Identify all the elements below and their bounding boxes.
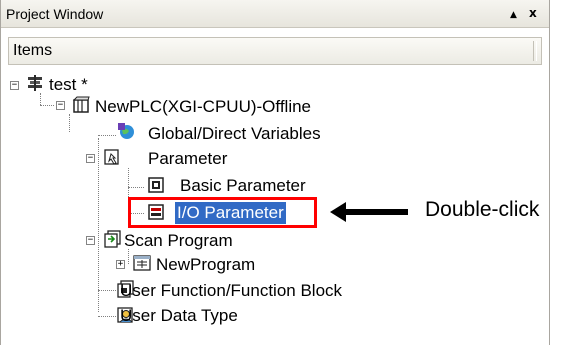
basic-parameter-icon [148,177,164,193]
expand-collapse-toggle[interactable]: − [56,101,65,110]
tree-connector [40,105,54,106]
project-icon [28,75,42,91]
tree-item-parameter[interactable]: Parameter [148,148,227,170]
tree-item-project-root[interactable]: test * [49,74,88,96]
tree-item-user-function[interactable]: User Function/Function Block [120,280,342,302]
tree-item-scan-program[interactable]: Scan Program [124,230,233,252]
left-arrow-icon [330,202,408,222]
tree-connector [40,93,41,105]
expand-collapse-toggle[interactable]: − [86,236,95,245]
expand-collapse-toggle[interactable]: − [86,154,95,163]
tree-connector [98,290,116,291]
tree-item-plc[interactable]: NewPLC(XGI-CPUU)-Offline [95,96,311,118]
tree-connector [98,138,99,312]
tree-item-basic-parameter[interactable]: Basic Parameter [180,175,306,197]
tree-connector [98,316,116,317]
expand-collapse-toggle[interactable]: − [10,81,19,90]
tree-item-user-data-type[interactable]: User Data Type [120,305,238,327]
project-tree: − test * − NewPLC(XGI-CPUU)-Offline Glob… [1,0,551,345]
double-click-callout: Double-click [425,198,540,221]
tree-connector [128,187,144,188]
highlight-box [128,197,317,228]
global-variables-icon [118,123,134,139]
project-window: Project Window ▲ x Items − test * − NewP… [0,0,550,345]
tree-item-new-program[interactable]: NewProgram [156,254,255,276]
program-icon [133,255,151,271]
expand-collapse-toggle[interactable]: + [116,260,125,269]
tree-item-global-variables[interactable]: Global/Direct Variables [148,123,321,145]
parameter-icon [104,149,119,165]
scan-program-icon [104,230,121,248]
plc-icon [72,96,90,113]
tree-connector [69,114,70,132]
tree-connector [98,135,116,136]
